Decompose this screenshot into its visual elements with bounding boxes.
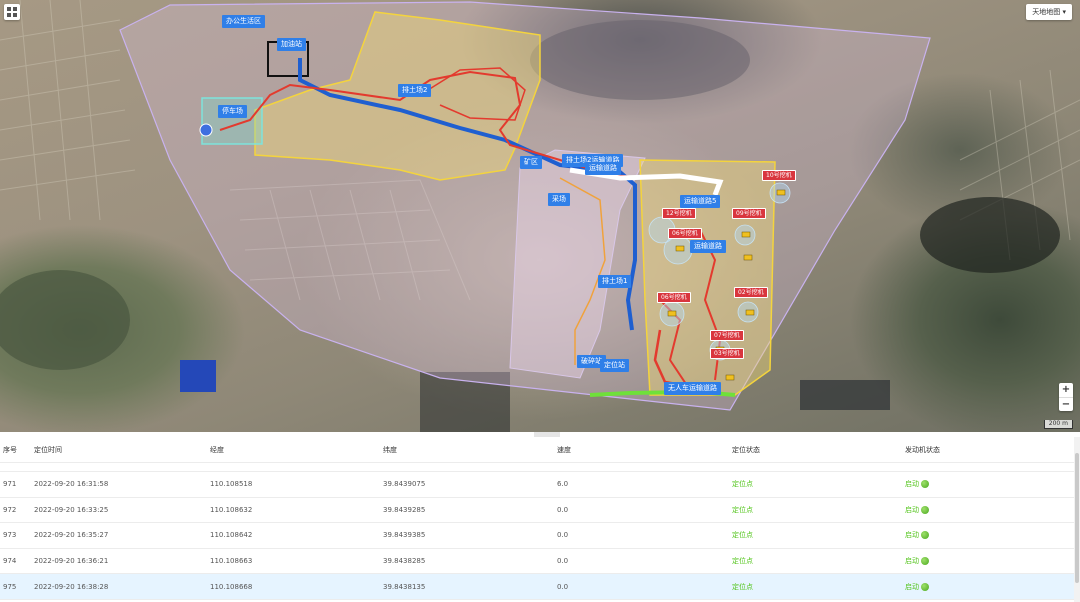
cell-longitude: 110.108663 <box>210 557 253 566</box>
track-table: 序号 定位时间 经度 纬度 速度 定位状态 发动机状态 971 2022-09-… <box>0 437 1080 602</box>
zone-label-office[interactable]: 办公生活区 <box>222 15 265 28</box>
engine-status: 启动 <box>905 479 929 489</box>
cell-time: 2022-09-20 16:35:27 <box>34 531 109 540</box>
vehicle-label[interactable]: 06号挖机 <box>657 292 691 303</box>
cell-longitude: 110.108518 <box>210 480 253 489</box>
table-scrollbar[interactable] <box>1074 437 1080 602</box>
engine-status-label: 启动 <box>905 505 919 514</box>
chevron-down-icon: ▾ <box>1062 8 1066 16</box>
cell-speed: 0.0 <box>557 505 569 514</box>
zone-label-weighbridge[interactable]: 加油站 <box>277 38 306 51</box>
engine-status: 启动 <box>905 530 929 540</box>
zone-label-road-c[interactable]: 运输道路 <box>585 162 621 175</box>
table-row[interactable]: 973 2022-09-20 16:35:27 110.108642 39.84… <box>0 523 1074 549</box>
zone-label-unmanned[interactable]: 无人车运输道路 <box>664 382 721 395</box>
engine-on-icon <box>921 557 929 566</box>
engine-status-label: 启动 <box>905 582 919 591</box>
table-row[interactable]: 972 2022-09-20 16:33:25 110.108632 39.84… <box>0 498 1074 524</box>
cell-location-status: 定位点 <box>732 557 753 566</box>
cell-speed: 0.0 <box>557 557 569 566</box>
zone-label-road-d[interactable]: 运输道路5 <box>680 195 721 208</box>
dark-pit <box>920 197 1060 273</box>
zoom-control: + − <box>1059 383 1073 411</box>
zoom-in-button[interactable]: + <box>1059 383 1073 397</box>
blue-roof-building <box>180 360 216 392</box>
cell-longitude: 110.108668 <box>210 582 253 591</box>
cell-latitude: 39.8438135 <box>383 582 426 591</box>
zone-label-road-e[interactable]: 运输道路 <box>690 240 726 253</box>
col-header-location-status: 定位状态 <box>732 445 760 454</box>
cell-latitude: 39.8439075 <box>383 480 426 489</box>
zone-label-station[interactable]: 定位站 <box>600 359 629 372</box>
cell-location-status: 定位点 <box>732 582 753 591</box>
vehicle-label[interactable]: 02号挖机 <box>734 287 768 298</box>
cell-index: 973 <box>3 531 17 540</box>
cell-index: 972 <box>3 505 17 514</box>
vehicle-label[interactable]: 10号挖机 <box>762 170 796 181</box>
zoom-out-button[interactable]: − <box>1059 397 1073 411</box>
cell-time: 2022-09-20 16:31:58 <box>34 480 109 489</box>
zone-label-parking[interactable]: 停车场 <box>218 105 247 118</box>
location-pin <box>199 123 213 137</box>
zone-label-mine[interactable]: 矿区 <box>520 156 542 169</box>
engine-status-label: 启动 <box>905 531 919 540</box>
vehicle-label[interactable]: 06号挖机 <box>668 228 702 239</box>
engine-status: 启动 <box>905 582 929 592</box>
col-header-longitude: 经度 <box>210 445 224 454</box>
table-row[interactable]: 971 2022-09-20 16:31:58 110.108518 39.84… <box>0 472 1074 498</box>
cell-index: 974 <box>3 557 17 566</box>
col-header-latitude: 纬度 <box>383 445 397 454</box>
vegetation <box>0 270 130 370</box>
vehicle-label[interactable]: 03号挖机 <box>710 348 744 359</box>
map-type-select[interactable]: 天地地图 ▾ <box>1026 4 1072 20</box>
grid-icon <box>7 7 17 17</box>
engine-status-label: 启动 <box>905 480 919 489</box>
engine-on-icon <box>921 582 929 591</box>
cell-speed: 6.0 <box>557 480 569 489</box>
table-spacer <box>0 463 1074 472</box>
col-header-engine-status: 发动机状态 <box>905 445 940 454</box>
cell-speed: 0.0 <box>557 582 569 591</box>
cell-longitude: 110.108632 <box>210 505 253 514</box>
engine-status: 启动 <box>905 556 929 566</box>
engine-on-icon <box>921 531 929 540</box>
engine-on-icon <box>921 505 929 514</box>
zone-label-dump2[interactable]: 排土场2 <box>398 84 432 97</box>
zone-label-pit[interactable]: 采场 <box>548 193 570 206</box>
cell-speed: 0.0 <box>557 531 569 540</box>
map-view[interactable]: 办公生活区 加油站 停车场 排土场2 矿区 排土场2运输道路 运输道路 采场 运… <box>0 0 1080 432</box>
vehicle-label[interactable]: 12号挖机 <box>662 208 696 219</box>
table-row[interactable]: 974 2022-09-20 16:36:21 110.108663 39.84… <box>0 549 1074 575</box>
table-header: 序号 定位时间 经度 纬度 速度 定位状态 发动机状态 <box>0 437 1074 463</box>
vehicle-label[interactable]: 07号挖机 <box>710 330 744 341</box>
cell-latitude: 39.8439385 <box>383 531 426 540</box>
cell-time: 2022-09-20 16:33:25 <box>34 505 109 514</box>
facility <box>800 380 890 410</box>
table-row-selected[interactable]: 975 2022-09-20 16:38:28 110.108668 39.84… <box>0 574 1074 600</box>
cell-index: 971 <box>3 480 17 489</box>
scrollbar-thumb[interactable] <box>1075 453 1079 583</box>
vehicle-label[interactable]: 09号挖机 <box>732 208 766 219</box>
engine-status-label: 启动 <box>905 557 919 566</box>
cell-location-status: 定位点 <box>732 480 753 489</box>
col-header-index: 序号 <box>3 445 17 454</box>
engine-on-icon <box>921 480 929 489</box>
cell-location-status: 定位点 <box>732 531 753 540</box>
cell-latitude: 39.8438285 <box>383 557 426 566</box>
map-type-label: 天地地图 <box>1032 8 1061 16</box>
cell-index: 975 <box>3 582 17 591</box>
engine-status: 启动 <box>905 505 929 515</box>
cell-location-status: 定位点 <box>732 505 753 514</box>
cell-longitude: 110.108642 <box>210 531 253 540</box>
cell-latitude: 39.8439285 <box>383 505 426 514</box>
grid-icon[interactable] <box>4 4 20 20</box>
col-header-time: 定位时间 <box>34 445 62 454</box>
zone-label-dump1[interactable]: 排土场1 <box>598 275 632 288</box>
cell-time: 2022-09-20 16:38:28 <box>34 582 109 591</box>
cell-time: 2022-09-20 16:36:21 <box>34 557 109 566</box>
scale-bar: 200 m <box>1043 420 1073 429</box>
map-overlay <box>0 0 1080 432</box>
col-header-speed: 速度 <box>557 445 571 454</box>
